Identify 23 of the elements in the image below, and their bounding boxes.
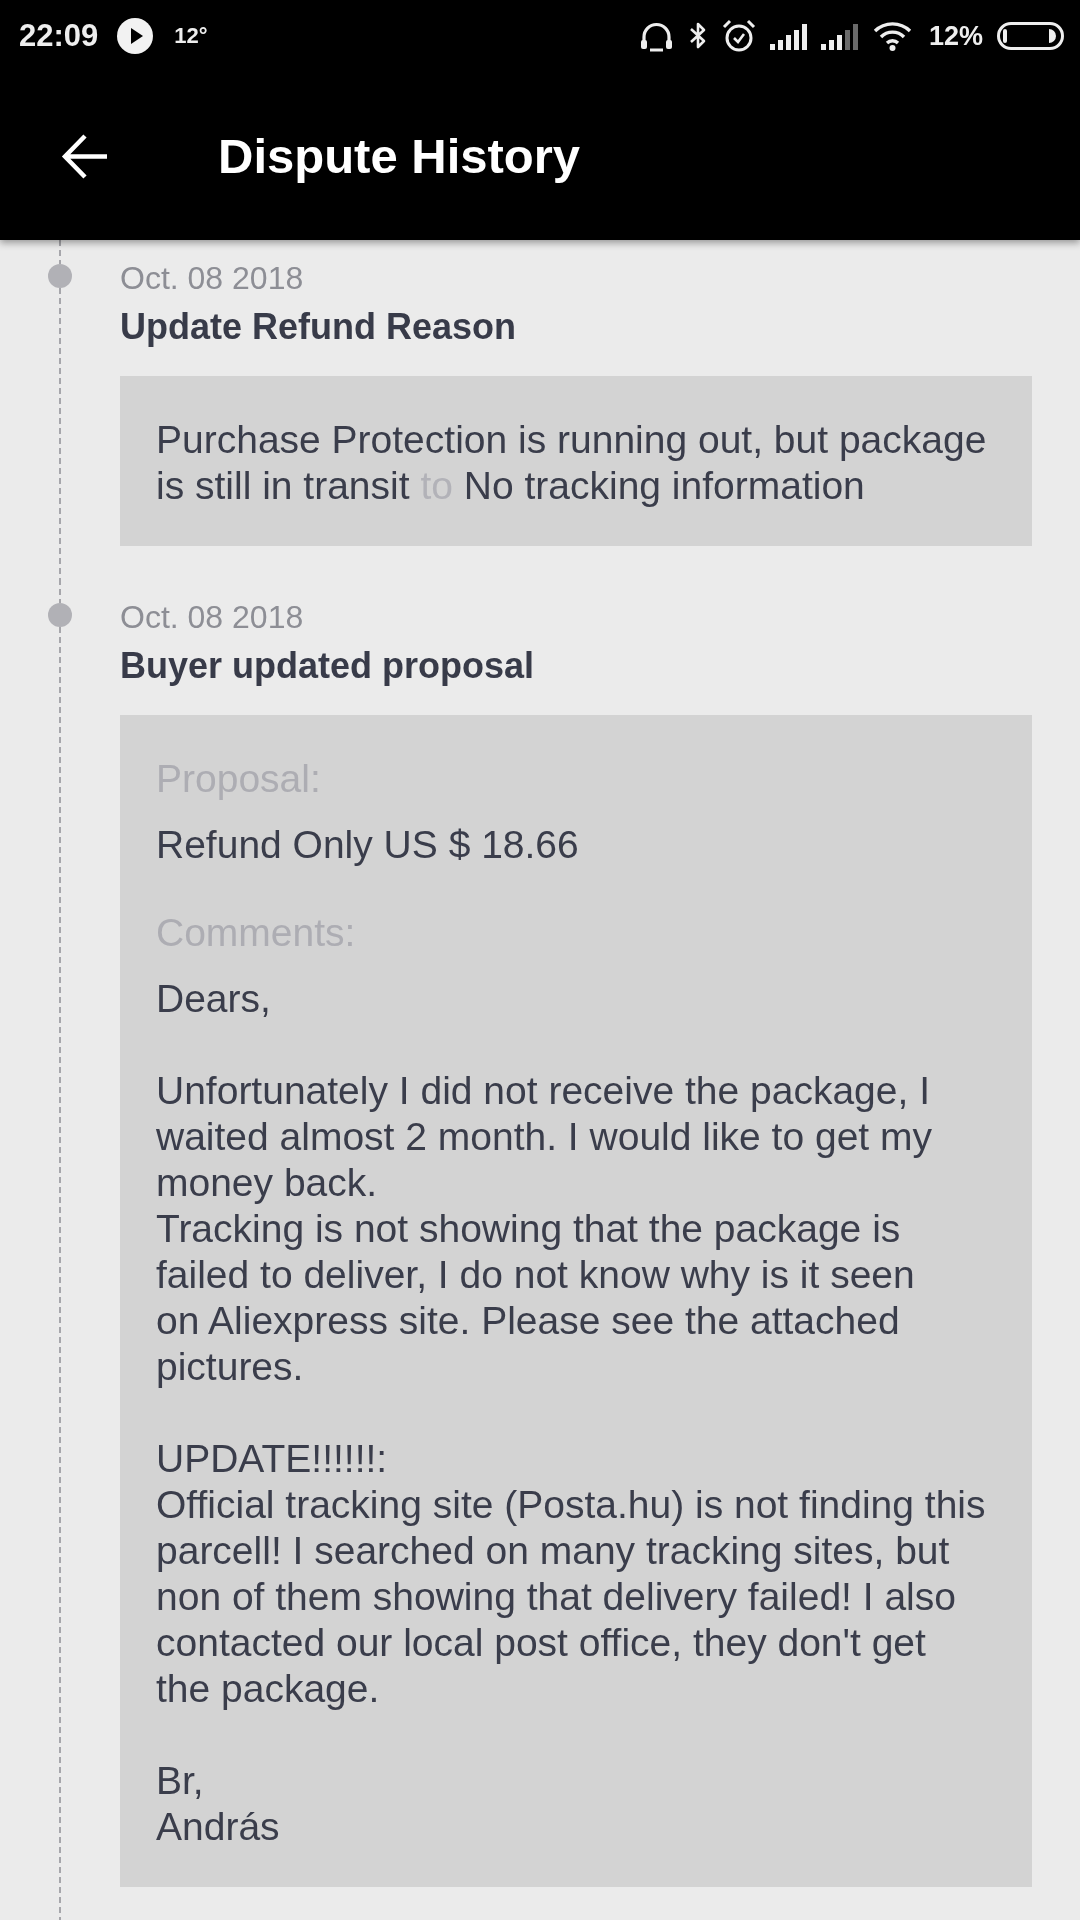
wifi-icon	[871, 21, 913, 51]
comment-paragraph: Unfortunately I did not receive the package, I waited almost 2 month. I would like to get my money back. Tracking is not showing that the package is failed to deliver, I do not know why is it seen on Aliexpress site. Please see the attached pictures.	[156, 1068, 934, 1390]
timeline-dot-icon	[48, 264, 72, 288]
clock-time: 22:09	[19, 18, 99, 54]
event-date: Oct. 08 2018	[120, 598, 305, 636]
temperature-text: 12°	[174, 23, 208, 49]
comment-paragraph: Br, András	[156, 1758, 281, 1850]
signal-icon	[769, 22, 807, 50]
signal-icon	[820, 22, 858, 50]
screen-title: Dispute History	[218, 128, 581, 185]
battery-icon	[997, 22, 1064, 50]
alarm-clock-icon	[721, 19, 756, 53]
back-button[interactable]	[61, 132, 109, 180]
event-title: Buyer updated proposal	[120, 644, 536, 688]
proposal-value: Refund Only US $ 18.66	[156, 822, 580, 868]
event-title: Update Refund Reason	[120, 305, 518, 349]
comment-paragraph: UPDATE!!!!!!: Official tracking site (Posta.hu) is not finding this parcell! I searched on many tracking sites, but non of them showing that delivery failed! I also contacted our local post office, they don't get the package.	[156, 1436, 987, 1712]
event-date: Oct. 08 2018	[120, 259, 305, 297]
comment-paragraph: Dears,	[156, 976, 272, 1022]
battery-percent: 12%	[928, 20, 983, 52]
timeline-dot-icon	[48, 603, 72, 627]
play-icon	[117, 18, 154, 54]
back-arrow-icon	[61, 132, 109, 180]
